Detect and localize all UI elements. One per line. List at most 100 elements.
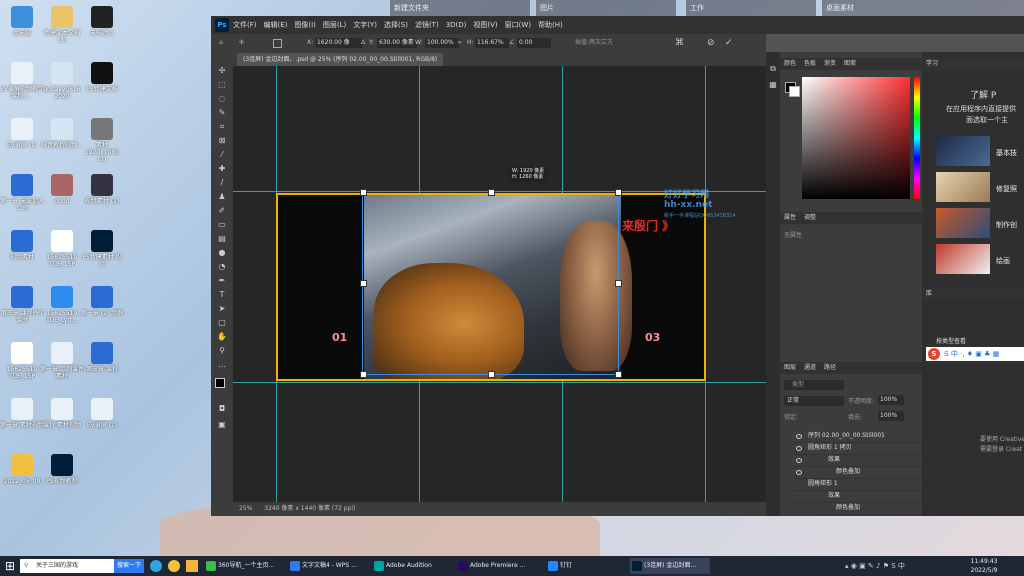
eye-icon[interactable] bbox=[796, 470, 802, 475]
fill-field[interactable]: 100% bbox=[878, 411, 904, 421]
desktop-icon[interactable]: 15625519 TUE_Lytt... bbox=[40, 286, 84, 324]
opacity-field[interactable]: 100% bbox=[878, 395, 904, 405]
taskbar-app[interactable]: Adobe Premiere ... bbox=[456, 558, 536, 574]
desktop-icon[interactable]: 15625519 TUE_15P bbox=[0, 342, 44, 380]
shape-tool-icon[interactable]: ▢ bbox=[217, 318, 227, 328]
x-field[interactable]: 1620.00 像 bbox=[315, 38, 363, 48]
reference-point-checkbox[interactable] bbox=[273, 39, 282, 48]
panel-tab[interactable]: 通道 bbox=[804, 364, 816, 371]
taskbar-app[interactable]: (3连屏) 金边封面... bbox=[630, 558, 710, 574]
start-icon[interactable]: ⊞ bbox=[2, 558, 18, 574]
blend-mode-select[interactable]: 正常 bbox=[784, 396, 844, 406]
desktop-icon[interactable]: 第一章 无法加入公司 bbox=[0, 174, 44, 212]
edge-icon[interactable] bbox=[150, 560, 162, 572]
quick-mask-icon[interactable]: ◘ bbox=[217, 404, 227, 414]
bg-window-tab[interactable]: 工作 bbox=[686, 0, 816, 16]
lasso-tool-icon[interactable]: ◌ bbox=[217, 94, 227, 104]
hue-slider[interactable] bbox=[914, 77, 920, 199]
width-field[interactable]: 100.00% bbox=[425, 38, 459, 48]
learn-tab[interactable]: 学习 bbox=[922, 58, 1024, 70]
eye-icon[interactable] bbox=[796, 458, 802, 463]
brush-tool-icon[interactable]: / bbox=[217, 178, 227, 188]
transform-handle[interactable] bbox=[488, 189, 495, 196]
menu-item[interactable]: 3D(D) bbox=[446, 21, 467, 29]
learn-card-image[interactable] bbox=[936, 244, 990, 274]
clone-stamp-tool-icon[interactable]: ♟ bbox=[217, 192, 227, 202]
frame-tool-icon[interactable]: ⊠ bbox=[217, 136, 227, 146]
desktop-icon[interactable]: 第三章 课程 bbox=[80, 342, 124, 373]
transform-handle[interactable] bbox=[615, 189, 622, 196]
ime-toolbar[interactable]: S S 中 ·, ♦ ▣ ♣ ▦ bbox=[926, 347, 1024, 361]
menu-item[interactable]: 选择(S) bbox=[384, 21, 408, 29]
color-picker-field[interactable] bbox=[802, 77, 910, 199]
clock[interactable]: 11:49:43 2022/5/9 bbox=[964, 557, 1004, 575]
delta-icon[interactable]: Δ bbox=[361, 34, 365, 52]
move-tool-options-icon[interactable]: ✣ bbox=[239, 34, 244, 52]
healing-tool-icon[interactable]: ✚ bbox=[217, 164, 227, 174]
dodge-tool-icon[interactable]: ◔ bbox=[217, 262, 227, 272]
transform-handle[interactable] bbox=[615, 280, 622, 287]
learn-card-image[interactable] bbox=[936, 136, 990, 166]
bg-window-tab[interactable]: 图片 bbox=[536, 0, 676, 16]
taskbar-app[interactable]: 文字文稿4 - WPS ... bbox=[288, 558, 368, 574]
background-color-swatch[interactable] bbox=[789, 86, 800, 97]
transform-handle[interactable] bbox=[360, 189, 367, 196]
move-tool-icon[interactable]: ✣ bbox=[217, 66, 227, 76]
learn-card-label[interactable]: 基本技 bbox=[996, 148, 1017, 158]
taskbar-app[interactable]: 钉钉 bbox=[546, 558, 616, 574]
panel-tab[interactable]: 路径 bbox=[824, 364, 836, 371]
desktop-icon[interactable]: qqdaily0516 2020 bbox=[40, 62, 84, 100]
angle-field[interactable]: 0.00 bbox=[517, 38, 551, 48]
crop-tool-icon[interactable]: ⌗ bbox=[217, 122, 227, 132]
swatches-panel-icon[interactable]: ▦ bbox=[766, 80, 780, 89]
eye-icon[interactable] bbox=[796, 446, 802, 451]
desktop-icon[interactable]: EV录屏 (1) bbox=[0, 118, 44, 149]
layer-filter-input[interactable]: 类型 bbox=[784, 380, 844, 390]
desktop-icon[interactable]: 新建文本文档 (3) bbox=[40, 6, 84, 44]
desktop-icon[interactable]: 第三章 课程PPT 课时 bbox=[0, 286, 44, 324]
menu-item[interactable]: 编辑(E) bbox=[264, 21, 288, 29]
transform-bounding-box[interactable] bbox=[360, 189, 622, 378]
bg-window-tab[interactable]: 桌面素材 bbox=[822, 0, 1024, 16]
menu-item[interactable]: 图层(L) bbox=[323, 21, 346, 29]
y-field[interactable]: 630.00 像素 bbox=[377, 38, 417, 48]
zoom-tool-icon[interactable]: ⚲ bbox=[217, 346, 227, 356]
taskbar-app[interactable]: Adobe Audition bbox=[372, 558, 452, 574]
foreground-color-swatch[interactable] bbox=[215, 378, 225, 388]
panel-tab[interactable]: 图案 bbox=[844, 60, 856, 67]
more-tools-icon[interactable]: … bbox=[217, 360, 227, 370]
history-brush-tool-icon[interactable]: ✐ bbox=[217, 206, 227, 216]
eraser-tool-icon[interactable]: ▭ bbox=[217, 220, 227, 230]
menu-item[interactable]: 文字(Y) bbox=[353, 21, 377, 29]
desktop-icon[interactable]: EV录屏 (2) bbox=[80, 398, 124, 429]
menu-item[interactable]: 滤镜(T) bbox=[415, 21, 439, 29]
search-button[interactable]: 搜索一下 bbox=[114, 559, 145, 573]
history-panel-icon[interactable]: ⧉ bbox=[766, 64, 780, 74]
desktop-icon[interactable]: 未标题-1 bbox=[80, 6, 124, 37]
warp-mode-icon[interactable]: ⌘ bbox=[675, 34, 684, 52]
panel-tab[interactable]: 调整 bbox=[804, 214, 816, 221]
desktop-icon[interactable]: dddd bbox=[40, 174, 84, 205]
blur-tool-icon[interactable]: ● bbox=[217, 248, 227, 258]
bg-window-tab[interactable]: 新建文件夹 bbox=[390, 0, 530, 16]
system-tray-icons[interactable]: ▴ ◉ ▣ ✎ ♪ ⚑ S 中 bbox=[845, 561, 905, 571]
desktop-icon[interactable]: 课程 素材视频 bbox=[40, 398, 84, 429]
learn-card-image[interactable] bbox=[936, 208, 990, 238]
desktop-icon[interactable]: 15625519 TUE_15P bbox=[40, 230, 84, 268]
canvas-area[interactable]: 01 03 来殷门 》 W: 1920 像素 H: 1260 像素 好好学习网 h… bbox=[233, 66, 766, 502]
desktop-icon[interactable]: 第一章 素材视频 bbox=[0, 398, 44, 429]
menu-item[interactable]: 窗口(W) bbox=[505, 21, 531, 29]
desktop-icon[interactable]: PS视频教程 bbox=[40, 454, 84, 485]
link-icon[interactable]: ∞ bbox=[457, 34, 462, 52]
marquee-tool-icon[interactable]: ⬚ bbox=[217, 80, 227, 90]
type-tool-icon[interactable]: T bbox=[217, 290, 227, 300]
taskbar-app[interactable]: 360导航_一个主页... bbox=[204, 558, 284, 574]
document-tab[interactable]: (3连屏) 金边封面。.psd @ 25% (序列 02.00_00_00.St… bbox=[237, 53, 444, 66]
learn-card-label[interactable]: 修复照 bbox=[996, 184, 1017, 194]
zoom-level[interactable]: 25% bbox=[239, 505, 252, 512]
learn-card-image[interactable] bbox=[936, 172, 990, 202]
panel-tab[interactable]: 属性 bbox=[784, 214, 796, 221]
desktop-icon[interactable]: 素材 1920x1080 (3) bbox=[80, 118, 124, 163]
learn-card-label[interactable]: 绘画 bbox=[996, 256, 1010, 266]
transform-handle[interactable] bbox=[360, 371, 367, 378]
